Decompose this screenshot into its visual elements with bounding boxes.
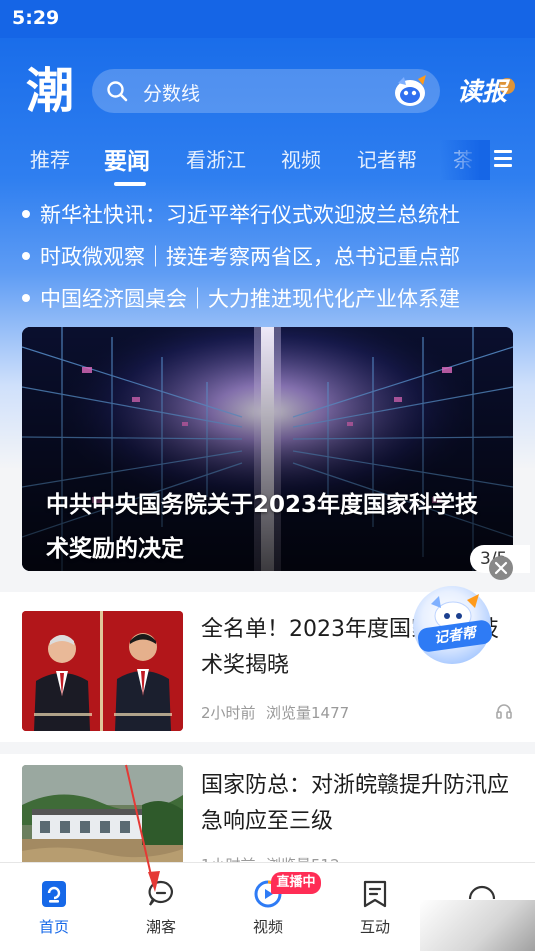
status-bar: 5:29 [0,0,535,38]
nav-interact[interactable]: 互动 [335,863,415,943]
bullet-icon [22,252,30,260]
headline-text: 新华社快讯：习近平举行仪式欢迎波兰总统杜 [40,203,460,227]
mascot-icon[interactable] [392,73,430,109]
nav-chaoke[interactable]: 潮客 [121,863,201,943]
featured-banner[interactable]: 中共中央国务院关于2023年度国家科学技术奖励的决定 [22,327,513,571]
live-badge: 直播中 [271,872,321,894]
tab-zhejiang[interactable]: 看浙江 [186,144,246,173]
article-time: 2小时前 [201,704,256,722]
close-icon [494,561,508,575]
tab-news[interactable]: 要闻 [104,142,150,176]
read-newspaper-button[interactable]: 读报 [457,72,517,112]
search-placeholder: 分数线 [143,83,201,105]
banner-title: 中共中央国务院关于2023年度国家科学技术奖励的决定 [46,492,479,562]
interact-icon [363,880,387,908]
tabs-fade [440,140,490,180]
tab-video[interactable]: 视频 [281,144,321,173]
search-bar[interactable]: 分数线 [92,69,440,113]
headline-item[interactable]: 中国经济圆桌会｜大力推进现代化产业体系建 [20,283,535,315]
nav-label: 首页 [38,918,69,936]
chat-icon [148,880,173,906]
close-float-button[interactable] [489,556,513,580]
headline-item[interactable]: 时政微观察｜接连考察两省区，总书记重点部 [20,241,535,273]
article-card[interactable]: 国家防总：对浙皖赣提升防汛应急响应至三级 1小时前 浏览量512 [0,754,535,885]
tab-reporter[interactable]: 记者帮 [357,144,417,173]
nav-label: 视频 [252,918,283,936]
search-icon [107,81,128,102]
menu-icon[interactable] [494,148,516,170]
article-views: 浏览量1477 [266,704,350,722]
status-time: 5:29 [12,7,60,29]
nav-label: 互动 [359,918,390,936]
article-thumbnail [22,611,183,731]
home-screen: 5:29 潮 分数线 读报 推荐 要闻 看浙江 视频 记者帮 茶 [0,0,535,951]
app-logo: 潮 [25,63,74,119]
nav-home[interactable]: 首页 [14,863,94,943]
headphones-icon[interactable] [495,702,513,720]
screen-corner-shadow [420,900,535,951]
bullet-icon [22,294,30,302]
nav-label: 潮客 [145,918,176,936]
headline-text: 中国经济圆桌会｜大力推进现代化产业体系建 [40,287,460,311]
headline-text: 时政微观察｜接连考察两省区，总书记重点部 [40,245,460,269]
dubao-label: 读报 [457,77,508,106]
article-title: 国家防总：对浙皖赣提升防汛应急响应至三级 [201,773,510,834]
home-icon [42,881,66,907]
headline-item[interactable]: 新华社快讯：习近平举行仪式欢迎波兰总统杜 [20,199,535,231]
bullet-icon [22,210,30,218]
active-tab-indicator [114,182,146,186]
tab-recommend[interactable]: 推荐 [30,144,70,173]
